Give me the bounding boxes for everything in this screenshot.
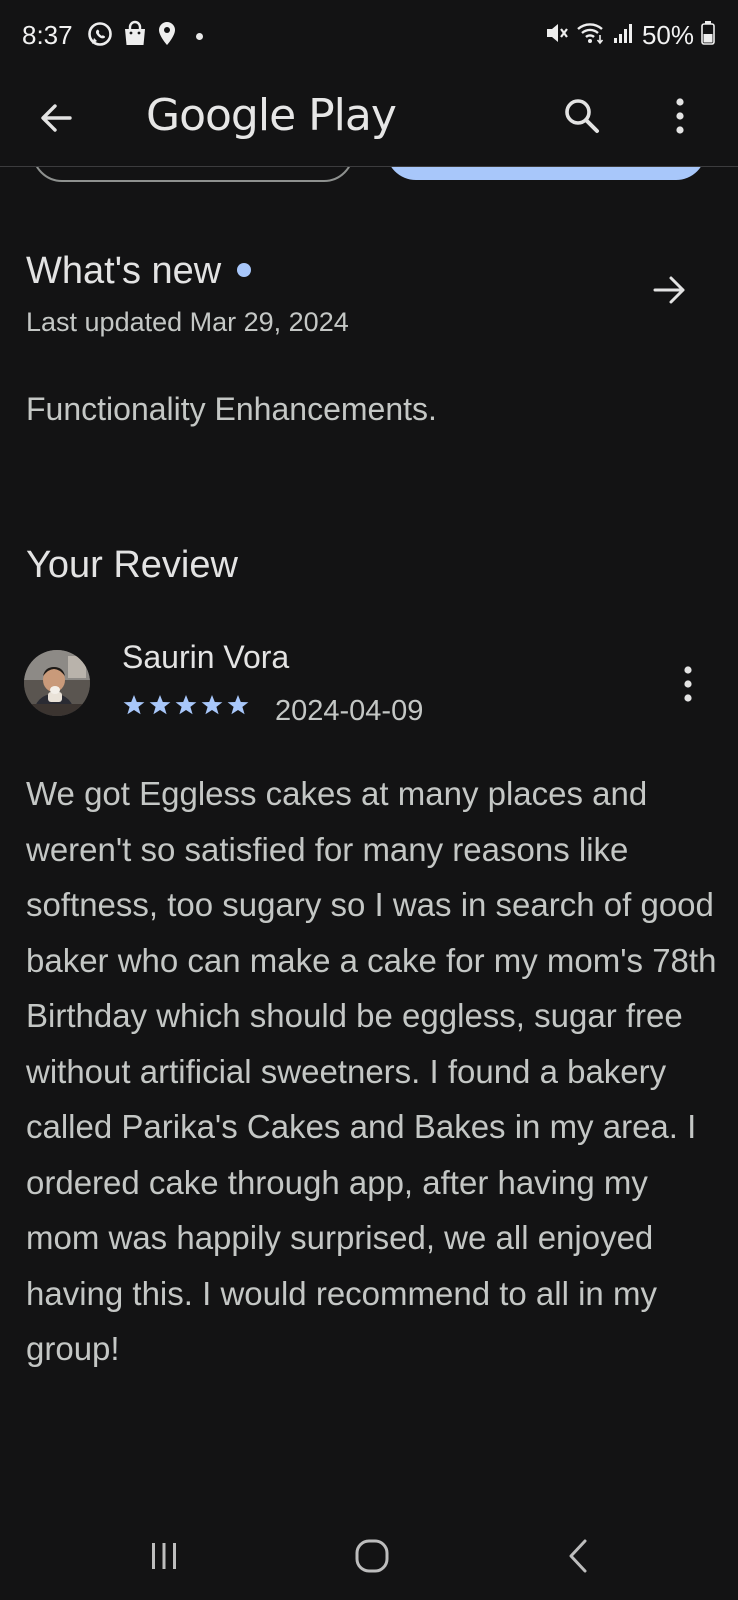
whats-new-body: Functionality Enhancements.	[26, 391, 437, 427]
search-button[interactable]	[556, 90, 608, 142]
home-icon	[355, 1539, 389, 1573]
star-icon	[227, 695, 249, 715]
more-vert-icon	[676, 98, 684, 134]
location-icon	[156, 20, 178, 53]
status-bar: 8:37 50%	[0, 0, 738, 72]
last-updated: Last updated Mar 29, 2024	[26, 307, 349, 337]
star-icon	[175, 695, 197, 715]
more-options-button[interactable]	[654, 90, 706, 142]
whats-new-title: What's new	[26, 246, 252, 296]
review-options-button[interactable]	[664, 656, 712, 712]
app-title: Google Play	[146, 90, 397, 141]
whats-new-header[interactable]: What's new Last updated Mar 29, 2024	[26, 246, 716, 346]
review-date: 2024-04-09	[275, 695, 424, 727]
reviewer-name: Saurin Vora	[122, 639, 290, 675]
nav-back-button[interactable]	[548, 1526, 608, 1586]
recent-apps-button[interactable]	[134, 1526, 194, 1586]
wifi-icon	[576, 20, 606, 51]
status-time: 8:37	[22, 20, 73, 50]
star-icon	[123, 695, 145, 715]
whats-new-title-text: What's new	[26, 250, 222, 292]
whats-new-arrow-button[interactable]	[648, 268, 692, 312]
signal-icon	[612, 20, 636, 51]
home-button[interactable]	[342, 1526, 402, 1586]
arrow-back-icon	[41, 104, 72, 132]
arrow-forward-icon	[653, 276, 685, 304]
star-icon	[201, 695, 223, 715]
search-icon	[565, 99, 599, 133]
your-review-title: Your Review	[26, 544, 238, 586]
more-vert-icon	[684, 666, 692, 702]
app-bar: Google Play	[0, 72, 738, 167]
star-icon	[149, 695, 171, 715]
system-nav-bar	[0, 1510, 738, 1600]
battery-icon	[700, 19, 716, 52]
status-system-icons: 50%	[544, 18, 716, 52]
back-icon	[569, 1539, 587, 1573]
status-notification-icons	[86, 20, 203, 53]
review-text: We got Eggless cakes at many places and …	[26, 775, 717, 1367]
battery-percent: 50%	[641, 20, 694, 50]
reviewer-avatar	[24, 650, 90, 716]
more-notifications-dot	[196, 33, 203, 40]
recent-apps-icon	[152, 1543, 176, 1569]
mute-icon	[544, 20, 570, 51]
star-rating	[122, 694, 250, 716]
shopping-bag-icon	[122, 20, 148, 53]
whatsapp-icon	[86, 20, 114, 53]
new-indicator-dot	[237, 262, 252, 277]
back-button[interactable]	[30, 92, 82, 144]
